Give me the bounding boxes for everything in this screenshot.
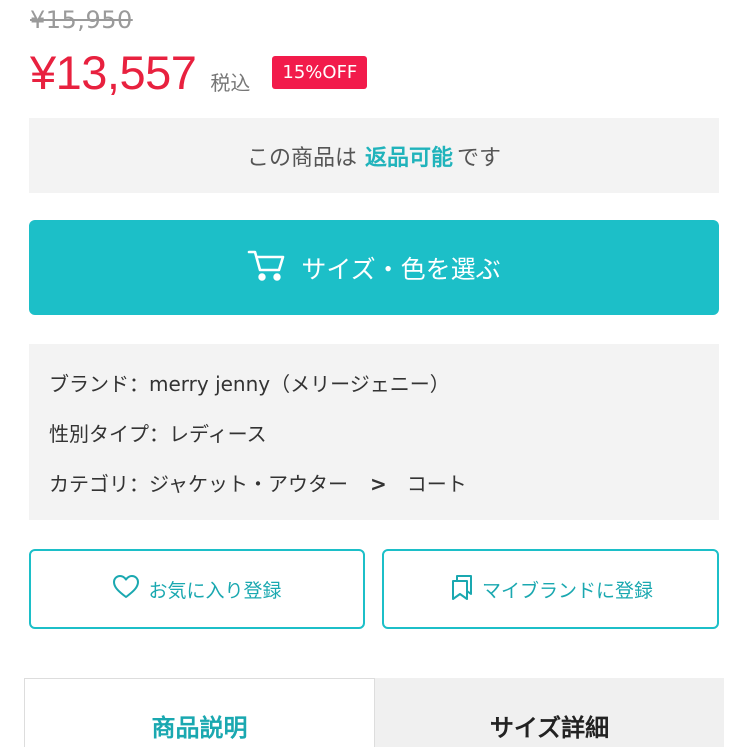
original-price: ¥15,950	[30, 6, 133, 34]
price-row: ¥13,557 税込 15%OFF	[30, 44, 368, 100]
product-info-box: ブランド：merry jenny（メリージェニー） 性別タイプ：レディース カテ…	[29, 344, 719, 520]
bookmark-icon	[448, 573, 482, 606]
select-size-color-button[interactable]: サイズ・色を選ぶ	[29, 220, 719, 315]
brand-line: ブランド：merry jenny（メリージェニー）	[49, 366, 699, 416]
add-favorite-label: お気に入り登録	[148, 579, 282, 602]
cart-icon	[247, 248, 301, 288]
gender-value: レディース	[169, 422, 267, 446]
category-separator: >	[370, 472, 387, 496]
product-tabs: 商品説明 サイズ詳細	[24, 678, 724, 747]
gender-line: 性別タイプ：レディース	[49, 416, 699, 466]
discount-badge: 15%OFF	[272, 55, 368, 89]
register-my-brand-button[interactable]: マイブランドに登録	[382, 549, 719, 629]
return-policy-banner: この商品は 返品可能 です	[29, 118, 719, 193]
brand-value[interactable]: merry jenny（メリージェニー）	[149, 372, 450, 396]
return-policy-highlight: 返品可能	[364, 145, 453, 171]
select-size-color-label: サイズ・色を選ぶ	[301, 254, 501, 284]
return-policy-suffix: です	[457, 145, 502, 171]
category-value[interactable]: ジャケット・アウター	[149, 472, 348, 496]
tab-size-details[interactable]: サイズ詳細	[375, 678, 724, 747]
brand-label: ブランド：	[49, 372, 149, 396]
subcategory-value[interactable]: コート	[407, 472, 467, 496]
category-line: カテゴリ：ジャケット・アウター > コート	[49, 466, 699, 516]
heart-icon	[112, 574, 148, 605]
category-label: カテゴリ：	[49, 472, 149, 496]
register-my-brand-label: マイブランドに登録	[481, 579, 653, 602]
tab-product-description[interactable]: 商品説明	[24, 678, 375, 747]
add-favorite-button[interactable]: お気に入り登録	[29, 549, 365, 629]
gender-label: 性別タイプ：	[49, 422, 169, 446]
return-policy-prefix: この商品は	[246, 145, 357, 171]
current-price: ¥13,557	[30, 45, 197, 99]
tax-label: 税込	[210, 70, 251, 95]
